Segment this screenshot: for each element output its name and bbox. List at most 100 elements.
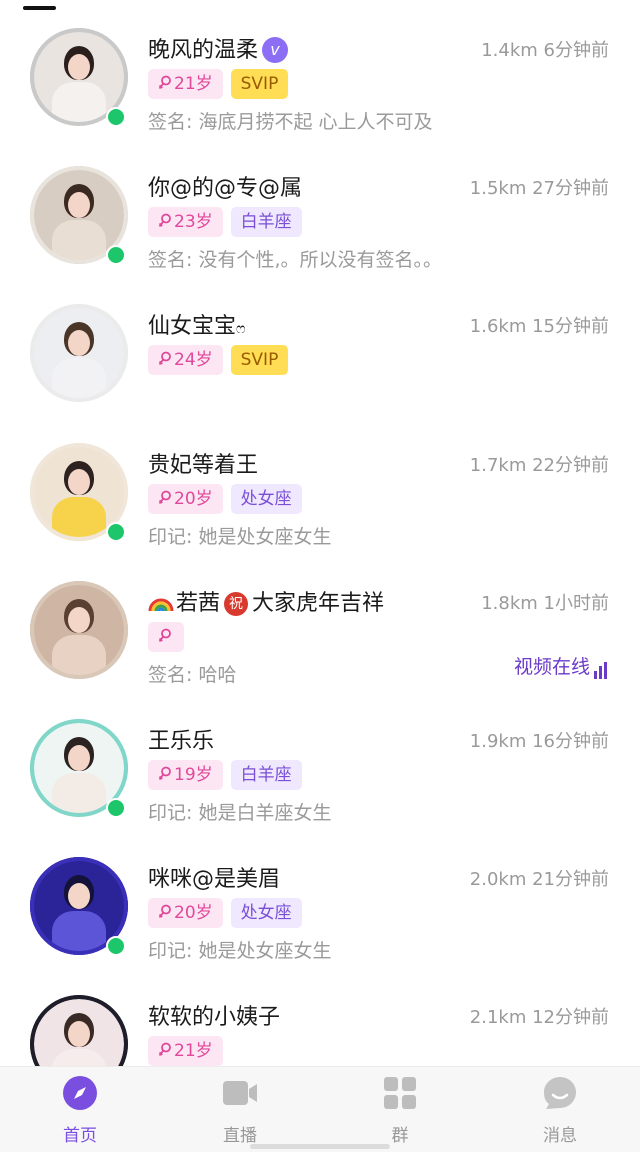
avatar[interactable] [30, 581, 128, 679]
user-tags: 21岁 SVIP [148, 69, 289, 99]
list-item[interactable]: 晚风的温柔 v 1.4km 6分钟前 21岁 SVIP 签名: 海底月捞不起 心上人不可及 [0, 0, 640, 138]
video-online-status[interactable]: 视频在线 [514, 652, 609, 679]
list-item[interactable]: 仙女宝宝ෆ 1.6km 15分钟前 24岁 SVIP [0, 276, 640, 414]
user-name[interactable]: 王乐乐 [148, 723, 214, 755]
age-text: 24岁 [174, 350, 213, 370]
signature-text: 印记: 她是白羊座女生 [148, 802, 332, 824]
gender-age-tag: 21岁 [148, 1036, 223, 1066]
zodiac-tag: 处女座 [230, 484, 302, 514]
user-tags: 20岁 处女座 [148, 898, 302, 928]
avatar-ring [30, 304, 128, 402]
distance-time: 1.7km 22分钟前 [469, 455, 609, 476]
user-tags: 19岁 白羊座 [148, 760, 302, 790]
online-status-dot [106, 107, 126, 127]
chat-bubble-icon [544, 1077, 576, 1109]
user-name-suffix: ෆ [236, 321, 246, 337]
online-status-dot [106, 936, 126, 956]
female-icon [158, 1042, 171, 1057]
tab-live[interactable]: 直播 [160, 1067, 320, 1152]
age-text: 20岁 [174, 903, 213, 923]
distance-time: 2.1km 12分钟前 [469, 1007, 609, 1028]
user-name[interactable]: 咪咪@是美眉 [148, 861, 280, 893]
gender-age-tag [148, 622, 184, 652]
signature-text: 印记: 她是处女座女生 [148, 526, 332, 548]
age-text: 20岁 [174, 489, 213, 509]
avatar[interactable] [30, 304, 128, 402]
tab-messages[interactable]: 消息 [480, 1067, 640, 1152]
tab-label: 直播 [223, 1126, 257, 1146]
list-item[interactable]: 软软的小姨子 2.1km 12分钟前 21岁 [0, 967, 640, 1068]
distance-time: 2.0km 21分钟前 [469, 869, 609, 890]
zodiac-tag: 白羊座 [230, 760, 302, 790]
gender-age-tag: 21岁 [148, 69, 223, 99]
zodiac-tag: 白羊座 [230, 207, 302, 237]
signature-text: 签名: 海底月捞不起 心上人不可及 [148, 111, 433, 133]
list-item[interactable]: 王乐乐 1.9km 16分钟前 19岁 白羊座 印记: 她是白羊座女生 [0, 691, 640, 829]
grid-icon [384, 1077, 416, 1109]
signature-text: 印记: 她是处女座女生 [148, 940, 332, 962]
avatar-ring [30, 581, 128, 679]
online-status-dot [106, 798, 126, 818]
verified-v-icon: v [262, 37, 289, 63]
list-item[interactable]: 咪咪@是美眉 2.0km 21分钟前 20岁 处女座印记: 她是处女座女生 [0, 829, 640, 967]
online-status-dot [106, 245, 126, 265]
age-text: 21岁 [174, 74, 213, 94]
svip-badge: SVIP [230, 69, 289, 99]
female-icon [158, 351, 171, 366]
tab-label: 群 [391, 1126, 409, 1146]
user-tags: 24岁 SVIP [148, 345, 289, 375]
age-text: 21岁 [174, 1041, 213, 1061]
avatar[interactable] [30, 995, 128, 1068]
age-text: 23岁 [174, 212, 213, 232]
user-name-text: 王乐乐 [148, 729, 215, 754]
gender-age-tag: 24岁 [148, 345, 223, 375]
distance-time: 1.4km 6分钟前 [481, 40, 609, 61]
female-icon [158, 490, 171, 505]
zodiac-tag: 处女座 [230, 898, 302, 928]
user-name[interactable]: 仙女宝宝ෆ [148, 308, 246, 340]
online-status-dot [106, 522, 126, 542]
tab-group[interactable]: 群 [320, 1067, 480, 1152]
compass-icon [63, 1076, 97, 1110]
list-item[interactable]: 贵妃等着王 1.7km 22分钟前 20岁 处女座印记: 她是处女座女生 [0, 415, 640, 553]
tab-home[interactable]: 首页 [0, 1067, 160, 1152]
female-icon [158, 213, 171, 228]
user-tags: 23岁 白羊座 [148, 207, 302, 237]
signature-text: 签名: 哈哈 [148, 664, 237, 686]
video-online-label: 视频在线 [513, 656, 590, 678]
gender-age-tag: 20岁 [148, 898, 223, 928]
video-camera-icon [223, 1081, 257, 1105]
distance-time: 1.8km 1小时前 [481, 593, 609, 614]
list-item[interactable]: 你@的@专@属 1.5km 27分钟前 23岁 白羊座 签名: 没有个性,。所以没有签名… [0, 138, 640, 276]
list-item[interactable]: 若茜祝大家虎年吉祥 1.8km 1小时前签名: 哈哈 视频在线 [0, 553, 640, 691]
user-name-text: 贵妃等着王 [148, 453, 259, 478]
svip-badge: SVIP [230, 345, 289, 375]
bottom-tab-bar: 首页 直播 群 消息 [0, 1066, 640, 1152]
user-name-text: 仙女宝宝 [148, 314, 237, 339]
avatar-ring [30, 995, 128, 1068]
user-name[interactable]: 若茜祝大家虎年吉祥 [148, 585, 384, 617]
female-icon [158, 628, 171, 643]
user-name-extra: 大家虎年吉祥 [252, 591, 385, 616]
user-tags [148, 622, 184, 652]
celebrate-badge: 祝 [224, 592, 249, 616]
user-name[interactable]: 软软的小姨子 [148, 999, 280, 1031]
user-list[interactable]: 晚风的温柔 v 1.4km 6分钟前 21岁 SVIP 签名: 海底月捞不起 心上人不可及… [0, 0, 640, 1068]
distance-time: 1.6km 15分钟前 [469, 316, 609, 337]
user-name-text: 你@的@专@属 [148, 176, 303, 201]
rainbow-icon [148, 598, 174, 612]
female-icon [158, 766, 171, 781]
gender-age-tag: 20岁 [148, 484, 223, 514]
tab-label: 消息 [543, 1126, 577, 1146]
age-text: 19岁 [174, 765, 213, 785]
user-name-text: 晚风的温柔 [148, 38, 259, 63]
user-name[interactable]: 晚风的温柔 v [148, 32, 289, 64]
user-name[interactable]: 你@的@专@属 [148, 170, 302, 202]
home-indicator [250, 1144, 390, 1149]
user-name-text: 软软的小姨子 [148, 1005, 281, 1030]
user-name[interactable]: 贵妃等着王 [148, 447, 258, 479]
signal-bars-icon [594, 657, 609, 679]
gender-age-tag: 23岁 [148, 207, 223, 237]
signature-text: 签名: 没有个性,。所以没有签名。。 [148, 249, 442, 271]
tab-label: 首页 [63, 1126, 97, 1146]
